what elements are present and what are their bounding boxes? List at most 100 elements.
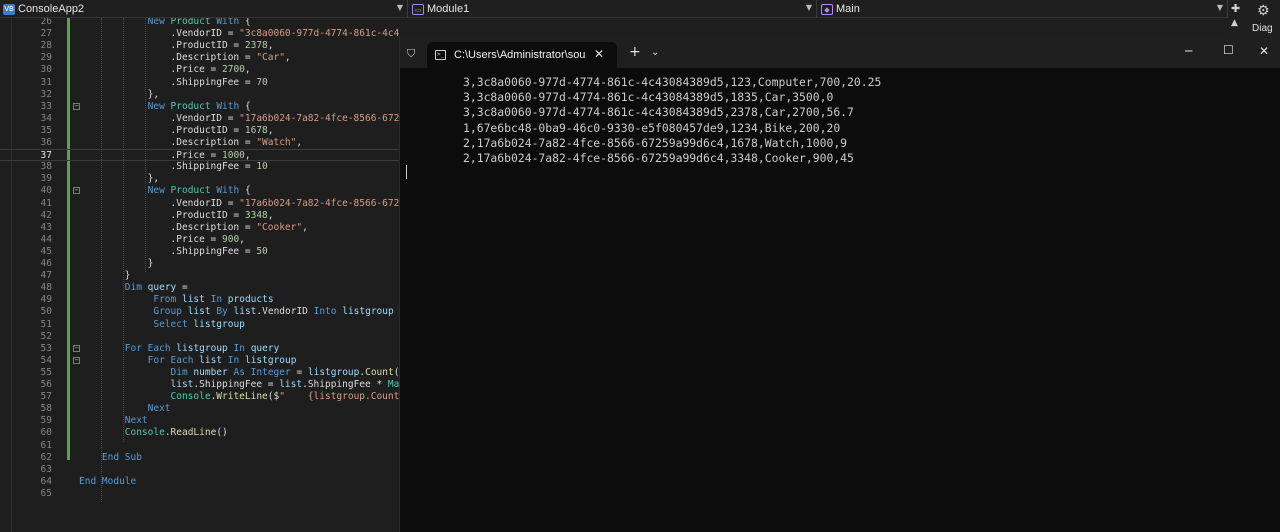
shield-icon: ⛉ [407,47,416,60]
code-line[interactable]: 60 Console.ReadLine() [0,427,399,439]
code-text: New Product With { [147,100,251,112]
code-line[interactable]: 49 From list In products [0,294,399,306]
code-text: Dim query = [124,282,188,294]
line-number: 38 [40,161,52,173]
code-line[interactable]: 33− New Product With { [0,101,399,113]
line-number: 65 [40,487,52,499]
code-line[interactable]: 42 .ProductID = 3348, [0,210,399,222]
line-number: 45 [40,245,52,257]
new-tab-button[interactable]: + [629,45,641,59]
close-icon[interactable]: ✕ [594,47,604,61]
code-text: .ShippingFee = 70 [79,76,268,88]
code-text: Group list By list.VendorID Into listgro… [153,306,394,318]
diagnostics-tab[interactable]: Diag [1252,23,1273,34]
terminal-output[interactable]: 3,3c8a0060-977d-4774-861c-4c43084389d5,1… [400,68,1280,532]
code-line[interactable]: 52 [0,331,399,343]
code-line[interactable]: 43 .Description = "Cooker", [0,222,399,234]
code-line[interactable]: 40− New Product With { [0,185,399,197]
vb-project-icon: VB [3,3,15,15]
add-icon[interactable]: ✚ [1231,2,1240,15]
terminal-tab[interactable]: >_ C:\Users\Administrator\source ✕ [427,42,617,68]
code-line[interactable]: 47 } [0,270,399,282]
code-line[interactable]: 54− For Each list In listgroup [0,355,399,367]
code-line[interactable]: 63 [0,464,399,476]
code-text: From list In products [153,294,274,306]
code-text: Next [124,415,148,427]
code-line[interactable]: 50 Group list By list.VendorID Into list… [0,306,399,318]
chevron-down-icon[interactable]: ⌄ [651,47,659,58]
code-line[interactable]: 53− For Each listgroup In query [0,343,399,355]
member-dropdown[interactable]: ◆ Main ▼ [818,0,1228,18]
line-number: 50 [40,306,52,318]
terminal-icon: >_ [435,50,446,60]
code-line[interactable]: 59 Next [0,415,399,427]
code-line[interactable]: 35 .ProductID = 1678, [0,125,399,137]
line-number: 46 [40,258,52,269]
code-text: .Description = "Cooker", [79,221,308,233]
code-editor[interactable]: 26 New Product With {27 .VendorID = "3c8… [0,18,399,532]
code-line[interactable]: 58 Next [0,403,399,415]
code-line[interactable]: 28 .ProductID = 2378, [0,40,399,52]
code-line[interactable]: 64 End Module [0,476,399,488]
code-line[interactable]: 41 .VendorID = "17a6b024-7a82-4fce-8566-… [0,198,399,210]
line-number: 48 [40,282,52,294]
code-line[interactable]: 65 [0,488,399,500]
close-window-button[interactable]: ✕ [1259,44,1269,58]
code-line[interactable]: 44 .Price = 900, [0,234,399,246]
code-line[interactable]: 45 .ShippingFee = 50 [0,246,399,258]
code-line[interactable]: 51 Select listgroup [0,319,399,331]
indent-guide [123,18,124,442]
line-number: 52 [40,330,52,342]
maximize-button[interactable]: ☐ [1223,43,1234,57]
code-line[interactable]: 26 New Product With { [0,18,399,28]
line-number: 30 [40,64,52,76]
text-cursor [406,165,407,179]
navigation-bar: VB ConsoleApp2 ▼ ▭ Module1 ▼ ◆ Main ▼ [0,0,1280,18]
code-line[interactable]: 62 End Sub [0,452,399,464]
module-icon: ▭ [412,3,424,15]
output-line: 3,3c8a0060-977d-4774-861c-4c43084389d5,2… [463,105,854,120]
code-line[interactable]: 30 .Price = 2700, [0,64,399,76]
code-line[interactable]: 32 }, [0,89,399,101]
code-line[interactable]: 31 .ShippingFee = 70 [0,77,399,89]
code-text: }, [79,173,160,185]
code-text: Console.WriteLine($" {listgroup.Count()} [170,391,399,403]
code-text: list.ShippingFee = list.ShippingFee * Ma… [170,379,399,390]
member-name: Main [836,3,860,15]
code-line[interactable]: 39 }, [0,173,399,185]
code-line[interactable]: 48 Dim query = [0,282,399,294]
class-dropdown[interactable]: ▭ Module1 ▼ [409,0,817,18]
code-line[interactable]: 57 Console.WriteLine($" {listgroup.Count… [0,391,399,403]
line-number: 35 [40,124,52,136]
code-text: Select listgroup [153,318,245,330]
code-line[interactable]: 61 [0,440,399,452]
code-line[interactable]: 55 Dim number As Integer = listgroup.Cou… [0,367,399,379]
class-name: Module1 [427,3,470,15]
line-number: 60 [40,427,52,439]
code-line[interactable]: 29 .Description = "Car", [0,52,399,64]
line-number: 63 [40,463,52,475]
split-arrow-icon[interactable]: ▲ [1231,18,1238,28]
line-number: 61 [40,439,52,451]
code-text: .ProductID = 1678, [79,124,274,136]
line-number: 58 [40,403,52,415]
code-line[interactable]: 34 .VendorID = "17a6b024-7a82-4fce-8566-… [0,113,399,125]
line-number: 59 [40,415,52,427]
code-line[interactable]: 56 list.ShippingFee = list.ShippingFee *… [0,379,399,391]
minimize-button[interactable]: ─ [1185,44,1192,58]
chevron-down-icon: ▼ [805,3,812,12]
right-toolstrip: ✚ ▲ ⚙ Diag [1228,0,1280,36]
project-dropdown[interactable]: VB ConsoleApp2 ▼ [0,0,408,18]
gear-icon[interactable]: ⚙ [1257,3,1270,19]
line-number: 47 [40,270,52,282]
code-line[interactable]: 36 .Description = "Watch", [0,137,399,149]
code-line[interactable]: 46 } [0,258,399,270]
code-line[interactable]: 38 .ShippingFee = 10 [0,161,399,173]
code-line[interactable]: 27 .VendorID = "3c8a0060-977d-4774-861c-… [0,28,399,40]
code-text: } [79,258,154,269]
terminal-window[interactable]: ⛉ >_ C:\Users\Administrator\source ✕ + ⌄… [399,36,1280,532]
code-line[interactable]: 37 .Price = 1000, [0,149,399,162]
line-number: 34 [40,112,52,124]
line-number: 39 [40,173,52,185]
code-text: .ProductID = 2378, [79,40,274,52]
